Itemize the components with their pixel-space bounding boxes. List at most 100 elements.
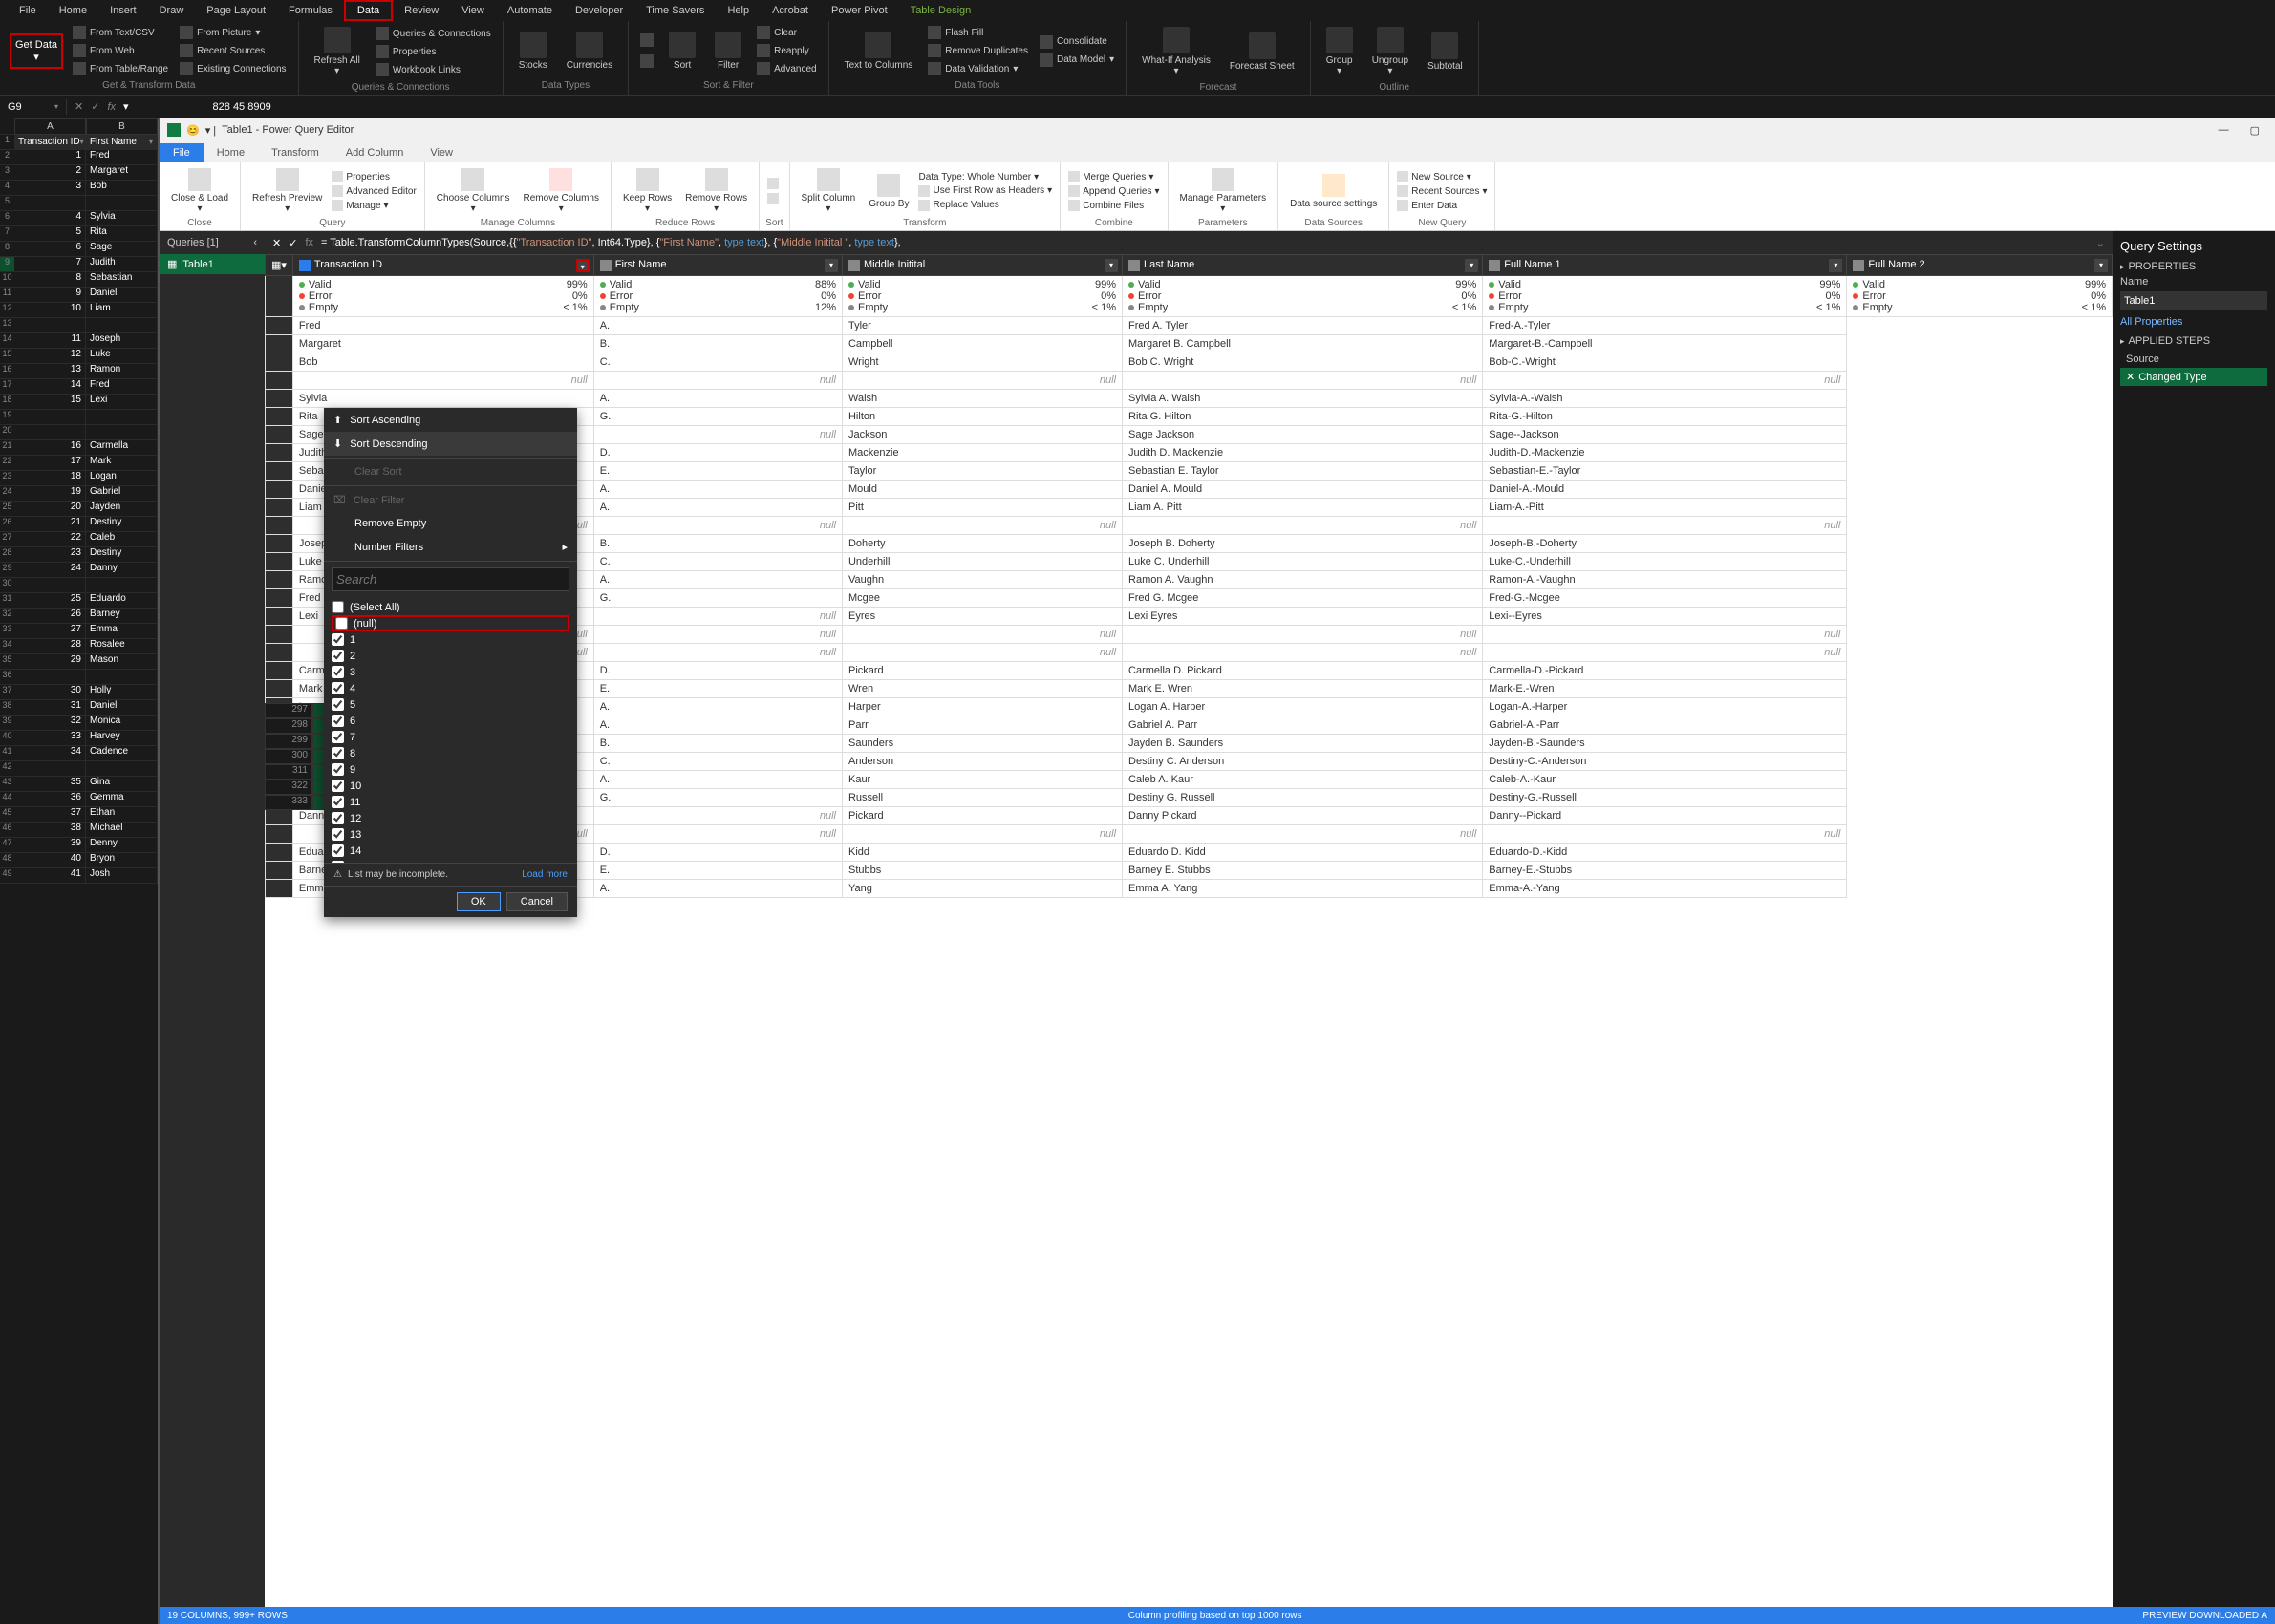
cell[interactable]: Mcgee	[842, 589, 1122, 608]
row-index[interactable]	[266, 608, 293, 626]
cell[interactable]: Mark	[86, 456, 158, 471]
cell[interactable]: Destiny C. Anderson	[1123, 753, 1483, 771]
cell[interactable]: null	[1483, 644, 1847, 662]
ungroup-button[interactable]: Ungroup▾	[1364, 23, 1416, 80]
row-number[interactable]: 7	[0, 226, 14, 242]
filter-value-checkbox[interactable]: 10	[332, 778, 569, 794]
data-type-button[interactable]: Data Type: Whole Number▾	[916, 171, 1054, 183]
row-number[interactable]: 41	[0, 746, 14, 761]
cell[interactable]: Luke C. Underhill	[1123, 553, 1483, 571]
sheet-row[interactable]: 3529Mason	[0, 654, 158, 670]
cell[interactable]: Rita G. Hilton	[1123, 408, 1483, 426]
refresh-preview-button[interactable]: Refresh Preview▾	[247, 166, 328, 216]
data-row[interactable]: BobC.WrightBob C. WrightBob-C.-Wright	[266, 353, 2113, 372]
remove-columns-button[interactable]: Remove Columns▾	[518, 166, 605, 216]
cell[interactable]	[86, 410, 158, 425]
column-filter-dropdown[interactable]: ▾	[1105, 259, 1118, 272]
cell[interactable]: Caleb	[86, 532, 158, 547]
cell[interactable]: A.	[593, 880, 842, 898]
cell[interactable]: 9	[14, 288, 86, 303]
cell[interactable]: Danny	[86, 563, 158, 578]
cell[interactable]: Jackson	[842, 426, 1122, 444]
cell[interactable]: Eduardo	[86, 593, 158, 609]
text-to-columns-button[interactable]: Text to Columns	[837, 28, 921, 75]
cell[interactable]: Carmella	[86, 440, 158, 456]
filter-value-checkbox[interactable]: 8	[332, 745, 569, 761]
pq-tab-home[interactable]: Home	[204, 143, 258, 162]
row-number[interactable]: 48	[0, 853, 14, 868]
row-number[interactable]: 17	[0, 379, 14, 395]
cell[interactable]: Liam-A.-Pitt	[1483, 499, 1847, 517]
sheet-row[interactable]: 1512Luke	[0, 349, 158, 364]
sort-desc-button[interactable]	[765, 192, 781, 205]
cell[interactable]: D.	[593, 662, 842, 680]
cell[interactable]: null	[842, 825, 1122, 844]
remove-rows-button[interactable]: Remove Rows▾	[679, 166, 753, 216]
filter-dropdown-icon[interactable]: ▾	[149, 138, 153, 146]
menu-automate[interactable]: Automate	[496, 0, 564, 21]
forecast-sheet-button[interactable]: Forecast Sheet	[1222, 29, 1302, 75]
cell[interactable]: Joseph	[86, 333, 158, 349]
cell[interactable]: 28	[14, 639, 86, 654]
row-index[interactable]: 299	[265, 734, 312, 749]
cell[interactable]: Campbell	[842, 335, 1122, 353]
cell[interactable]: null	[593, 372, 842, 390]
cell[interactable]: null	[1483, 517, 1847, 535]
cell[interactable]: Sebastian E. Taylor	[1123, 462, 1483, 481]
sheet-row[interactable]: 21Fred	[0, 150, 158, 165]
cell[interactable]	[14, 425, 86, 440]
sheet-row[interactable]: 36	[0, 670, 158, 685]
cell[interactable]: null	[593, 626, 842, 644]
sheet-row[interactable]: 1815Lexi	[0, 395, 158, 410]
row-number[interactable]: 25	[0, 502, 14, 517]
sheet-row[interactable]: 97Judith	[0, 257, 158, 272]
cell[interactable]: Margaret-B.-Campbell	[1483, 335, 1847, 353]
cell[interactable]: Saunders	[842, 735, 1122, 753]
cell[interactable]: Margaret	[86, 165, 158, 181]
ok-button[interactable]: OK	[457, 892, 501, 911]
cell[interactable]: Carmella-D.-Pickard	[1483, 662, 1847, 680]
cell[interactable]: Ramon-A.-Vaughn	[1483, 571, 1847, 589]
clear-sort-item[interactable]: Clear Sort	[324, 460, 577, 483]
cell[interactable]: 6	[14, 242, 86, 257]
cell[interactable]: Judith	[86, 257, 158, 272]
row-index[interactable]	[266, 880, 293, 898]
cell[interactable]: A.	[593, 771, 842, 789]
sheet-row[interactable]: 42	[0, 761, 158, 777]
cell[interactable]: Liam	[86, 303, 158, 318]
name-box[interactable]: G9▾	[0, 99, 67, 115]
column-filter-dropdown[interactable]: ▾	[1465, 259, 1478, 272]
cell[interactable]: Barney	[86, 609, 158, 624]
cell[interactable]: Barney E. Stubbs	[1123, 862, 1483, 880]
row-number[interactable]: 43	[0, 777, 14, 792]
cell[interactable]: C.	[593, 353, 842, 372]
cell[interactable]: 2	[14, 165, 86, 181]
cell[interactable]: Holly	[86, 685, 158, 700]
cell[interactable]: null	[1483, 372, 1847, 390]
row-number[interactable]: 29	[0, 563, 14, 578]
column-filter-dropdown[interactable]: ▾	[1829, 259, 1842, 272]
sheet-row[interactable]: 5	[0, 196, 158, 211]
cell[interactable]: Jayden B. Saunders	[1123, 735, 1483, 753]
cell[interactable]: null	[593, 807, 842, 825]
col-last-name[interactable]: Last Name▾	[1123, 255, 1483, 276]
row-number[interactable]: 21	[0, 440, 14, 456]
sort-asc-button[interactable]	[765, 177, 781, 190]
keep-rows-button[interactable]: Keep Rows▾	[617, 166, 677, 216]
row-number[interactable]: 8	[0, 242, 14, 257]
row-number[interactable]: 30	[0, 578, 14, 593]
cell[interactable]: 16	[14, 440, 86, 456]
sheet-row[interactable]: 2116Carmella	[0, 440, 158, 456]
cell[interactable]: 36	[14, 792, 86, 807]
cell[interactable]: Taylor	[842, 462, 1122, 481]
cell[interactable]: Anderson	[842, 753, 1122, 771]
menu-page-layout[interactable]: Page Layout	[195, 0, 277, 21]
sheet-row[interactable]: 13	[0, 318, 158, 333]
cell[interactable]: Lexi Eyres	[1123, 608, 1483, 626]
sheet-row[interactable]: 2823Destiny	[0, 547, 158, 563]
filter-value-checkbox[interactable]: 4	[332, 680, 569, 696]
cell[interactable]: Pitt	[842, 499, 1122, 517]
cell[interactable]	[14, 410, 86, 425]
cell[interactable]: 40	[14, 853, 86, 868]
cell[interactable]: 20	[14, 502, 86, 517]
